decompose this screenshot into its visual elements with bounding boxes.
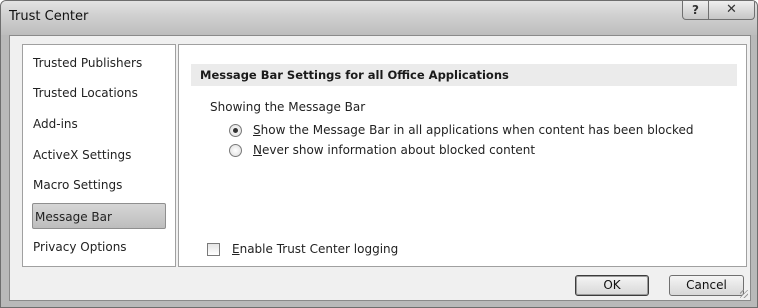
sidebar-item-add-ins[interactable]: Add-ins [33,111,78,137]
title-bar[interactable]: Trust Center ? ✕ [1,1,757,35]
sidebar-item-trusted-publishers[interactable]: Trusted Publishers [33,50,142,76]
sidebar-item-trusted-locations[interactable]: Trusted Locations [33,80,138,106]
cancel-button[interactable]: Cancel [669,275,744,296]
enable-logging-option[interactable]: Enable Trust Center logging [207,242,398,256]
dialog-title: Trust Center [9,9,89,24]
category-sidebar: Trusted Publishers Trusted Locations Add… [22,44,176,267]
sidebar-item-macro-settings[interactable]: Macro Settings [33,172,122,198]
help-button[interactable]: ? [682,1,709,20]
show-message-bar-label: Show the Message Bar in all applications… [253,123,694,137]
never-show-radio[interactable] [229,143,242,157]
resize-grip[interactable] [740,290,748,298]
ok-button[interactable]: OK [575,275,649,296]
never-show-label: Never show information about blocked con… [253,143,536,157]
show-message-bar-radio[interactable] [229,123,242,137]
enable-logging-checkbox[interactable] [207,242,220,256]
message-bar-group-label: Showing the Message Bar [210,100,366,114]
show-message-bar-option[interactable]: Show the Message Bar in all applications… [229,121,694,139]
dialog-body: Trusted Publishers Trusted Locations Add… [9,35,751,301]
close-button[interactable]: ✕ [709,1,755,20]
sidebar-item-activex-settings[interactable]: ActiveX Settings [33,142,131,168]
trust-center-dialog: Trust Center ? ✕ Trusted Publishers Trus… [0,0,758,308]
enable-logging-label: Enable Trust Center logging [232,242,399,256]
sidebar-item-privacy-options[interactable]: Privacy Options [33,234,127,260]
sidebar-item-message-bar[interactable]: Message Bar [32,203,166,229]
settings-panel: Message Bar Settings for all Office Appl… [178,44,747,267]
never-show-option[interactable]: Never show information about blocked con… [229,141,535,159]
section-title: Message Bar Settings for all Office Appl… [191,64,737,86]
